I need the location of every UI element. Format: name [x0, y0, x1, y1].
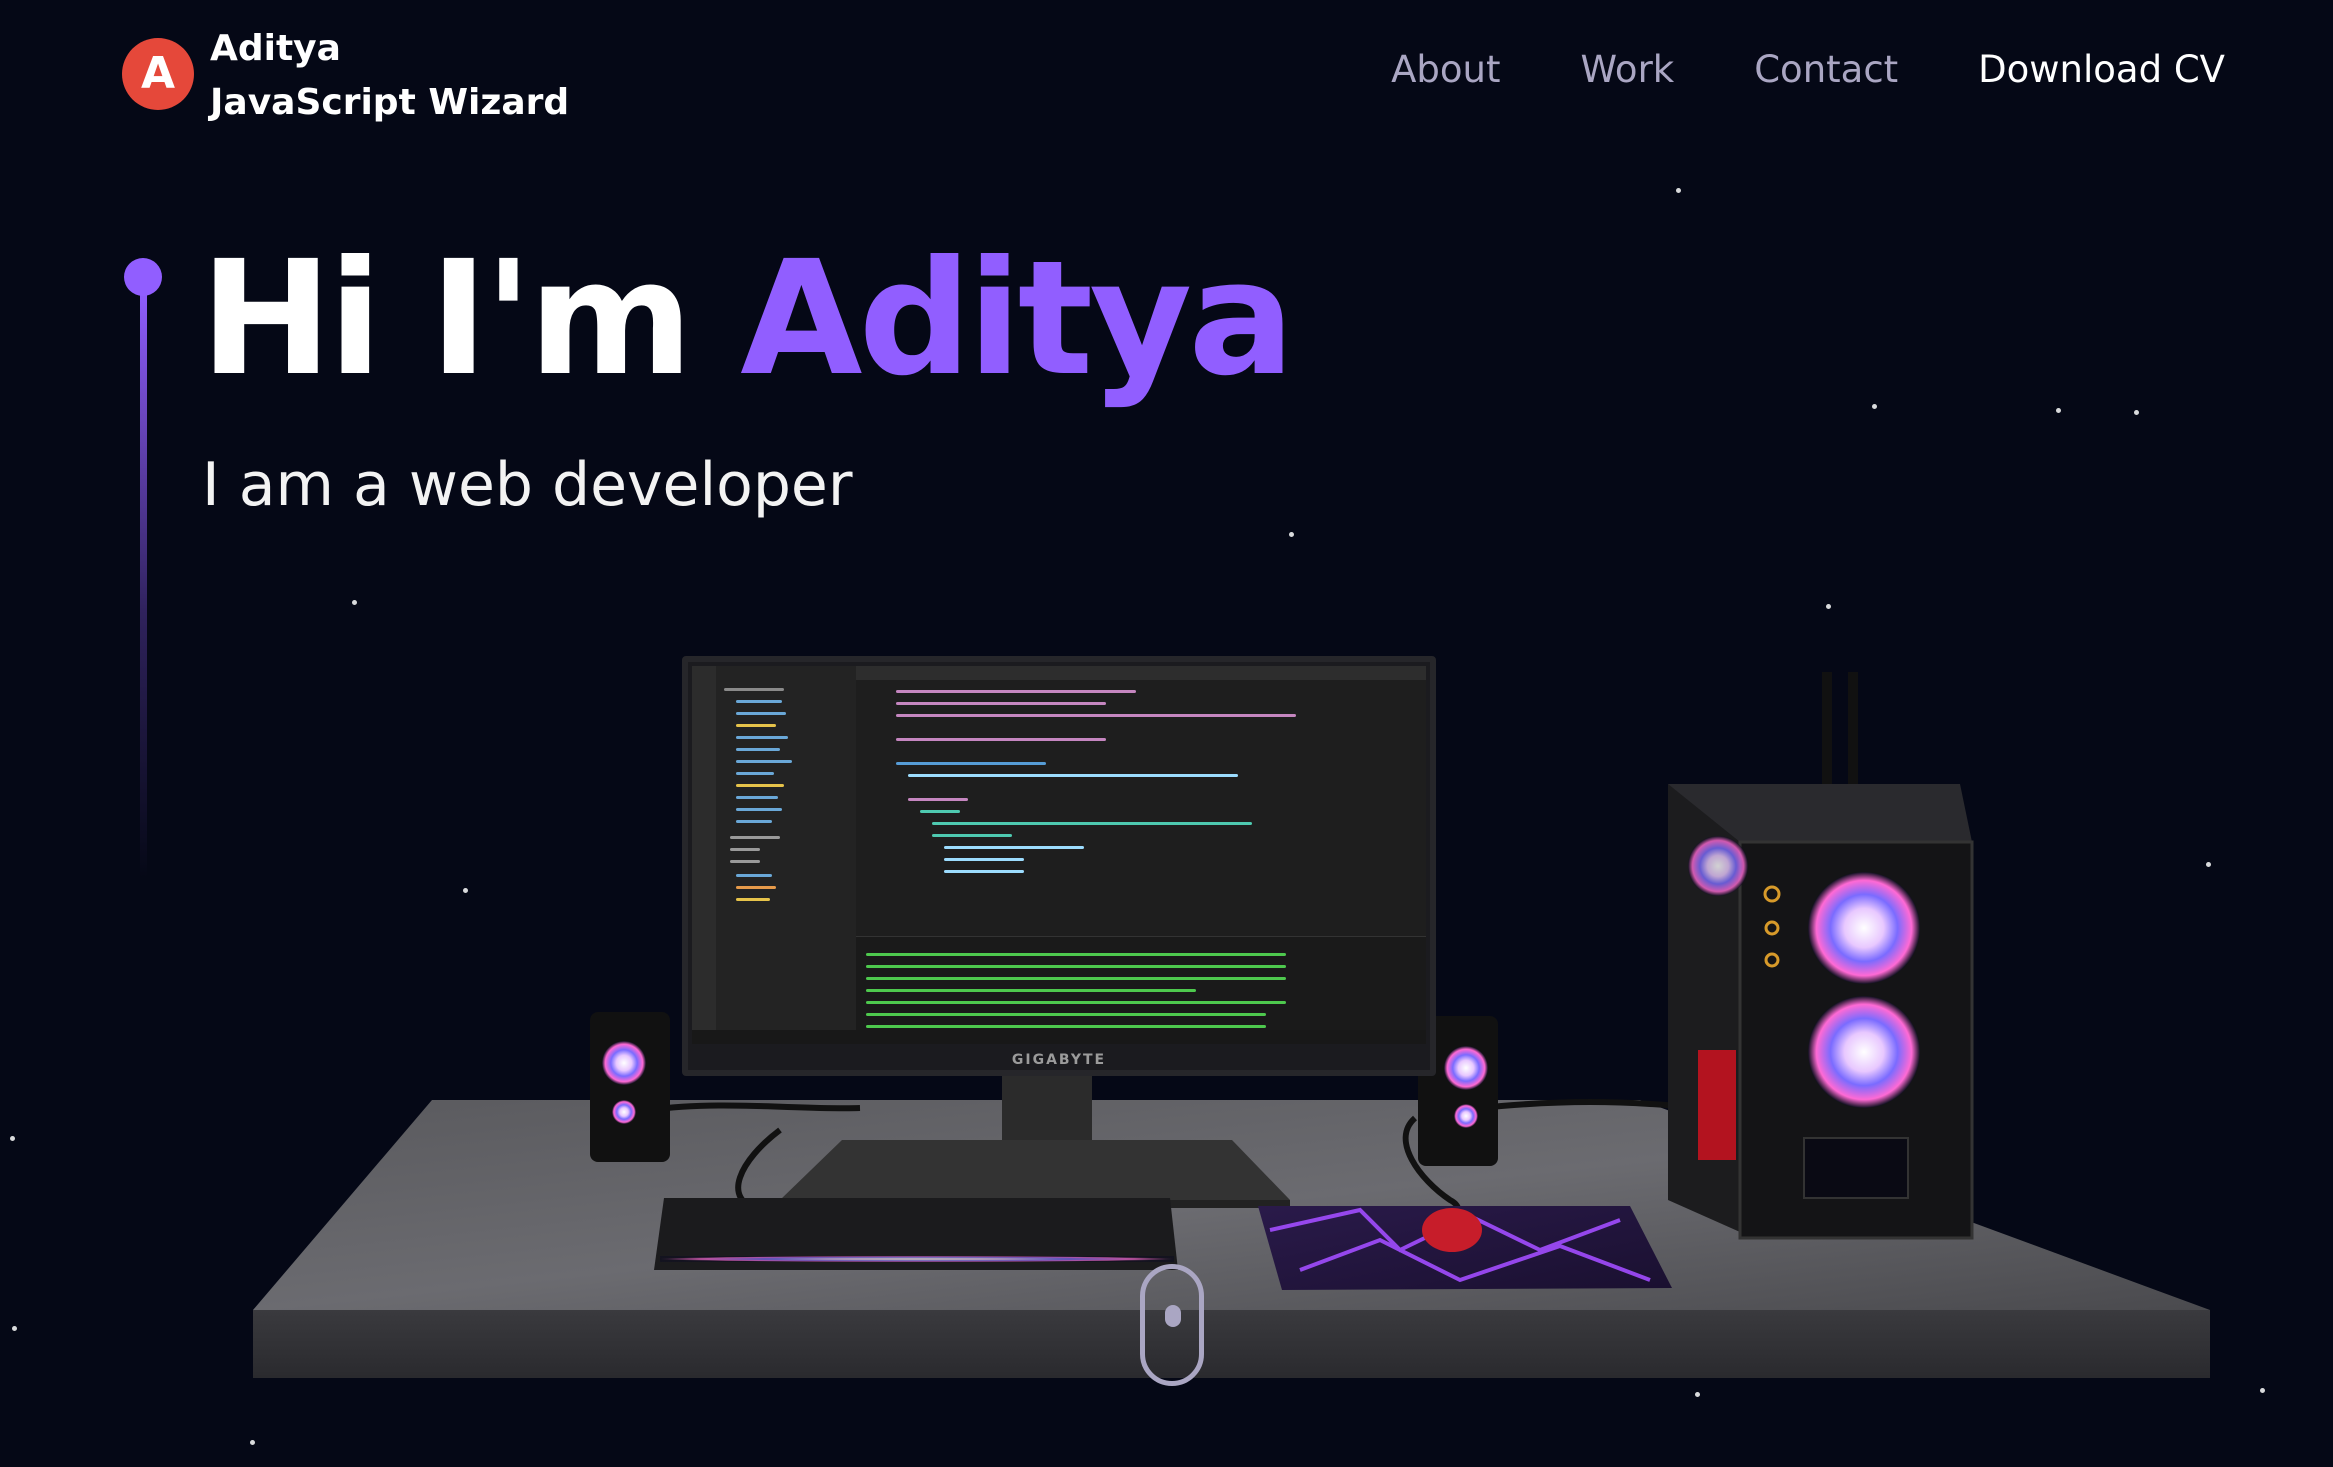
keyboard: [654, 1198, 1178, 1270]
code-line: [944, 858, 1024, 861]
mouse-scroll-icon: [1165, 1305, 1181, 1327]
explorer-line: [736, 700, 782, 703]
download-cv-link[interactable]: Download CV: [1978, 48, 2225, 91]
speaker-left: [590, 1012, 670, 1162]
nav-link-work[interactable]: Work: [1581, 48, 1675, 91]
explorer-line: [736, 808, 782, 811]
code-line: [896, 762, 1046, 765]
star: [352, 600, 357, 605]
editor-explorer: [716, 666, 856, 1030]
editor-terminal: [856, 936, 1426, 1030]
monitor: GIGABYTE: [682, 656, 1436, 1076]
explorer-line: [736, 736, 788, 739]
explorer-line: [736, 712, 786, 715]
hero-title: Hi I'm Aditya: [200, 240, 1295, 398]
monitor-brand: GIGABYTE: [1011, 1052, 1107, 1068]
hero-subtitle: I am a web developer: [202, 450, 853, 520]
terminal-line: [866, 1013, 1266, 1016]
explorer-line: [730, 860, 760, 863]
navbar: A Aditya JavaScript Wizard About Work Co…: [0, 0, 2333, 150]
terminal-line: [866, 977, 1286, 980]
code-line: [896, 738, 1106, 741]
terminal-line: [866, 989, 1196, 992]
star: [1676, 188, 1681, 193]
monitor-stand: [780, 1060, 1290, 1208]
explorer-line: [736, 820, 772, 823]
explorer-line: [736, 886, 776, 889]
hero-accent-bar: [140, 288, 147, 878]
logo-glyph: A: [140, 48, 176, 99]
star: [463, 888, 468, 893]
code-line: [896, 702, 1106, 705]
terminal-line: [866, 953, 1286, 956]
logo-icon[interactable]: A: [122, 38, 194, 110]
nav-link-about[interactable]: About: [1391, 48, 1500, 91]
hero-accent-line: [124, 258, 164, 878]
code-line: [896, 690, 1136, 693]
hero-greeting: Hi I'm: [200, 227, 741, 411]
editor-activity-bar: [692, 666, 716, 1044]
explorer-line: [736, 898, 770, 901]
star: [1872, 404, 1877, 409]
star: [1826, 604, 1831, 609]
explorer-line: [736, 796, 778, 799]
star: [2206, 862, 2211, 867]
code-line: [908, 774, 1238, 777]
terminal-line: [866, 965, 1286, 968]
star: [10, 1136, 15, 1141]
explorer-line: [730, 848, 760, 851]
star: [2056, 408, 2061, 413]
brand-text[interactable]: Aditya JavaScript Wizard: [210, 22, 569, 130]
star: [1289, 532, 1294, 537]
editor-tabs: [856, 666, 1426, 680]
explorer-line: [736, 724, 776, 727]
code-line: [908, 798, 968, 801]
explorer-line: [736, 874, 772, 877]
monitor-screen: [692, 666, 1426, 1044]
code-line: [944, 846, 1084, 849]
hero-name: Aditya: [740, 227, 1295, 411]
star: [2260, 1388, 2265, 1393]
brand-name: Aditya: [210, 28, 341, 69]
explorer-line: [736, 772, 774, 775]
star: [12, 1326, 17, 1331]
pc-case: [1668, 672, 1974, 1240]
mouse: [1422, 1208, 1482, 1252]
explorer-line: [736, 760, 792, 763]
terminal-line: [866, 1001, 1286, 1004]
explorer-line: [730, 836, 780, 839]
explorer-line: [724, 688, 784, 691]
scroll-indicator[interactable]: [1140, 1264, 1204, 1386]
star: [2134, 410, 2139, 415]
desk: [253, 1100, 2210, 1378]
terminal-line: [866, 1025, 1266, 1028]
cables: [649, 1099, 1701, 1233]
explorer-line: [736, 784, 784, 787]
editor-statusbar: [692, 1030, 1426, 1044]
star: [1695, 1392, 1700, 1397]
code-line: [920, 810, 960, 813]
editor-code: [856, 680, 1426, 930]
code-line: [932, 822, 1252, 825]
code-line: [932, 834, 1012, 837]
mousepad: [1258, 1206, 1672, 1290]
nav-link-contact[interactable]: Contact: [1754, 48, 1898, 91]
code-line: [944, 870, 1024, 873]
nav-links: About Work Contact Download CV: [1311, 48, 2225, 91]
explorer-line: [736, 748, 780, 751]
brand-tagline: JavaScript Wizard: [210, 82, 570, 123]
star: [250, 1440, 255, 1445]
code-line: [896, 714, 1296, 717]
